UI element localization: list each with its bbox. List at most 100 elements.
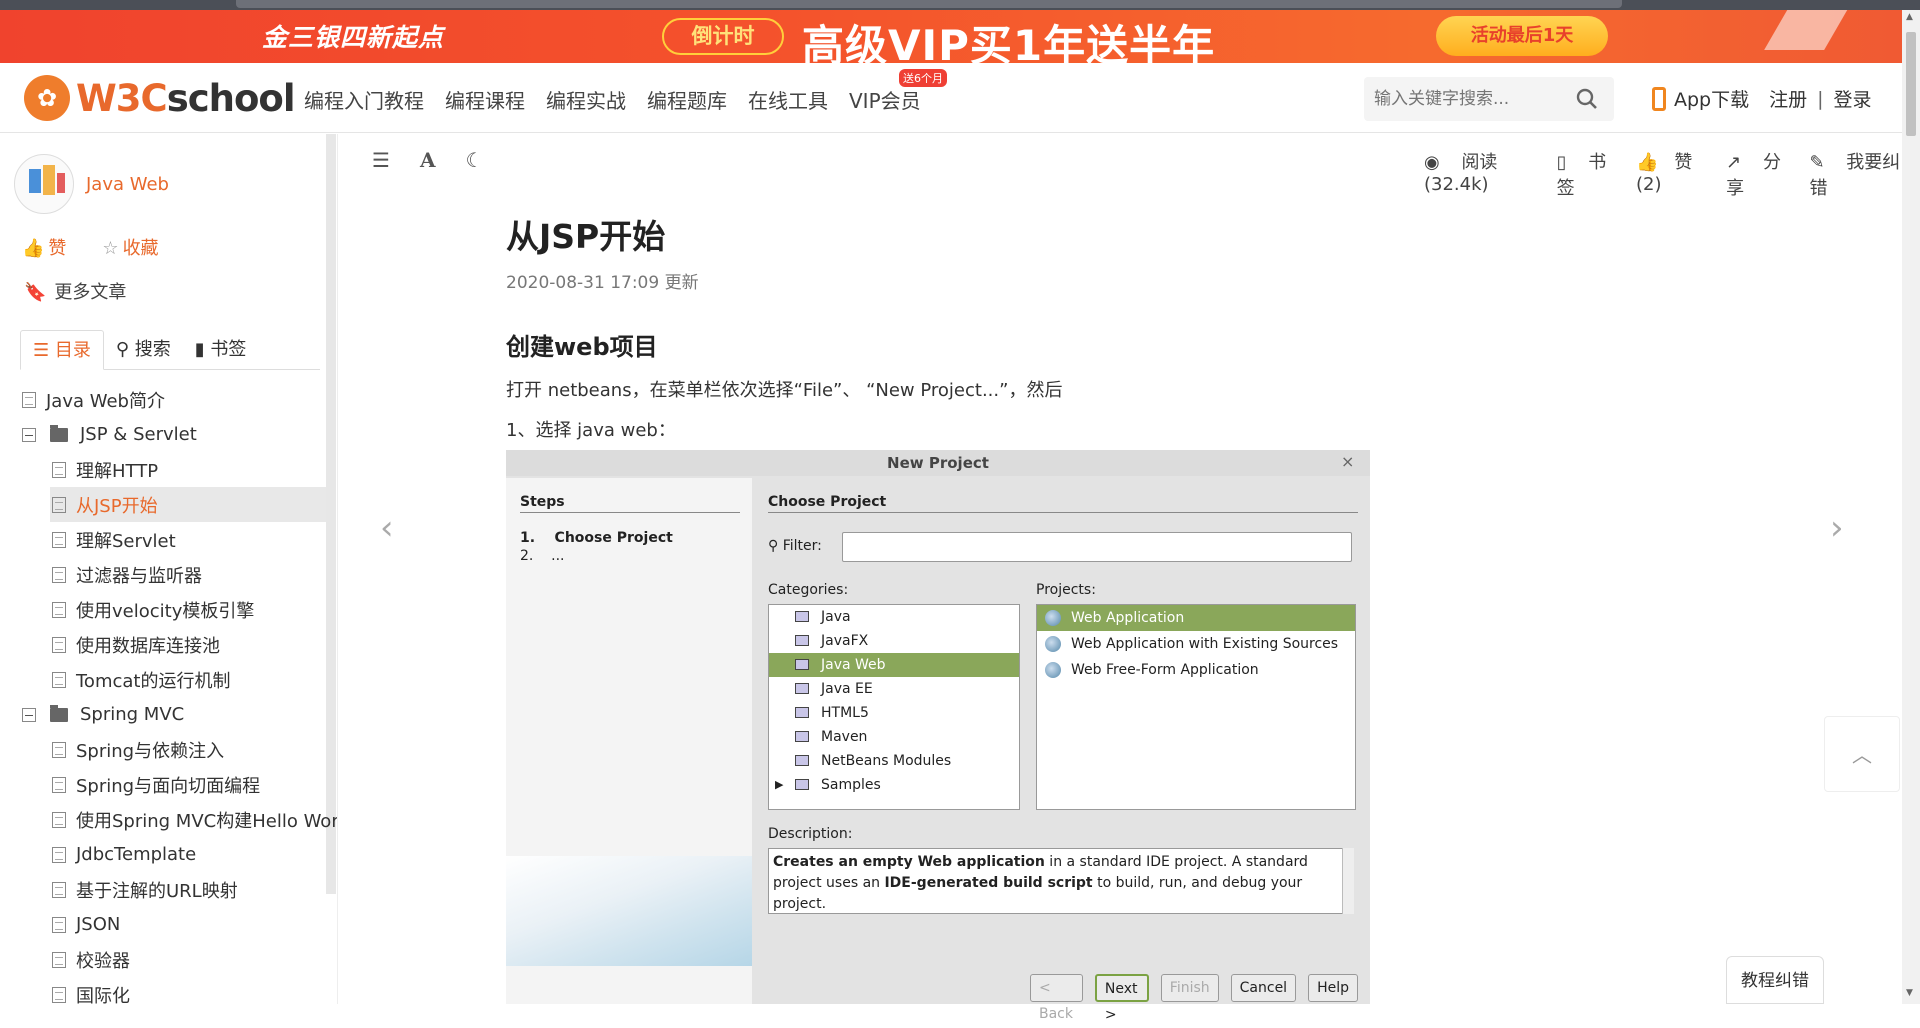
bookmark-button[interactable]: ▯ 书签 xyxy=(1557,148,1620,200)
star-icon: ☆ xyxy=(102,238,119,259)
search-box xyxy=(1364,77,1614,121)
banner-activity-button[interactable]: 活动最后1天 xyxy=(1436,16,1608,56)
toc-item[interactable]: Spring与依赖注入 xyxy=(22,732,337,767)
project-item: Web Free-Form Application xyxy=(1037,657,1355,683)
register-link[interactable]: 注册 xyxy=(1769,85,1807,112)
toc-item-label: 使用velocity模板引擎 xyxy=(76,600,255,622)
scroll-up-arrow-icon[interactable]: ▲ xyxy=(1906,12,1913,22)
search-input[interactable] xyxy=(1374,87,1564,111)
report-error-button[interactable]: ✎ 我要纠错 xyxy=(1809,148,1904,200)
expand-icon: ▶ xyxy=(775,778,784,791)
dark-mode-icon[interactable]: ☾ xyxy=(465,148,483,172)
toc-item[interactable]: 理解HTTP xyxy=(22,452,337,487)
step-1: 1. Choose Project xyxy=(520,530,673,546)
scroll-down-arrow-icon[interactable]: ▼ xyxy=(1906,988,1913,998)
search-icon[interactable] xyxy=(1576,88,1598,110)
toc-item-label: 国际化 xyxy=(76,985,130,1005)
app-download-link[interactable]: App下载 xyxy=(1674,85,1749,112)
toc-item[interactable]: JSON xyxy=(22,907,337,942)
document-icon xyxy=(52,461,66,478)
tab-toc[interactable]: ☰ 目录 xyxy=(20,330,104,370)
article-title: 从JSP开始 xyxy=(506,217,666,256)
project-item: Web Application with Existing Sources xyxy=(1037,631,1355,657)
category-label: Java xyxy=(821,609,851,625)
course-cover-icon xyxy=(14,154,74,214)
help-button: Help xyxy=(1308,974,1358,1002)
toc-item[interactable]: 过滤器与监听器 xyxy=(22,557,337,592)
course-sidebar: Java Web 👍 赞 ☆ 收藏 🔖 更多文章 ☰ 目录 ⚲ 搜索 ▮ 书签 Jav… xyxy=(0,134,338,1004)
promo-banner[interactable]: 金三银四新起点 倒计时 高级VIP买1年送半年 活动最后1天 xyxy=(0,10,1902,63)
toc-item[interactable]: Java Web简介 xyxy=(22,382,337,417)
next-article-arrow-icon[interactable]: › xyxy=(1830,508,1844,548)
nav-item-tutorials[interactable]: 编程入门教程 xyxy=(304,85,424,114)
reading-tools: ☰ A ☾ xyxy=(372,148,513,172)
nav-item-exercises[interactable]: 编程题库 xyxy=(647,85,727,114)
scrollbar-thumb[interactable] xyxy=(1906,32,1916,136)
toc-item[interactable]: JSP & Servlet xyxy=(22,417,337,452)
like-article-button[interactable]: 👍 赞(2) xyxy=(1636,148,1710,200)
toc-item-label: 使用数据库连接池 xyxy=(76,635,220,657)
toc-item-label: 校验器 xyxy=(76,950,130,972)
steps-header: Steps xyxy=(520,494,740,513)
project-label: Web Application xyxy=(1071,610,1185,626)
toc-item[interactable]: 使用数据库连接池 xyxy=(22,627,337,662)
nav-item-practice[interactable]: 编程实战 xyxy=(546,85,626,114)
font-size-icon[interactable]: A xyxy=(420,148,436,172)
toc-item[interactable]: 使用Spring MVC构建Hello Worl xyxy=(22,802,337,837)
finish-button: Finish xyxy=(1160,974,1219,1002)
category-item: Java xyxy=(769,605,1019,629)
document-icon xyxy=(52,601,66,618)
nav-item-courses[interactable]: 编程课程 xyxy=(445,85,525,114)
more-articles-link[interactable]: 🔖 更多文章 xyxy=(24,278,126,304)
globe-icon xyxy=(1045,662,1061,678)
folder-icon xyxy=(50,424,68,442)
course-header[interactable]: Java Web xyxy=(14,154,169,214)
banner-slogan: 金三银四新起点 xyxy=(262,23,445,52)
login-link[interactable]: 登录 xyxy=(1834,85,1872,112)
toc-item[interactable]: JdbcTemplate xyxy=(22,837,337,872)
nav-item-tools[interactable]: 在线工具 xyxy=(748,85,828,114)
toc-item[interactable]: 基于注解的URL映射 xyxy=(22,872,337,907)
banner-decoration xyxy=(1764,10,1852,50)
like-button[interactable]: 👍 赞 xyxy=(22,234,84,260)
collect-button[interactable]: ☆ 收藏 xyxy=(102,234,176,260)
category-label: HTML5 xyxy=(821,705,869,721)
toc-item[interactable]: Spring MVC xyxy=(22,697,337,732)
toc-item[interactable]: 国际化 xyxy=(22,977,337,1005)
category-label: Samples xyxy=(821,777,881,793)
site-logo[interactable]: ✿ W3Cschool xyxy=(24,75,296,121)
magnifier-icon: ⚲ xyxy=(768,538,783,554)
toc-item[interactable]: 理解Servlet xyxy=(22,522,337,557)
toc-toggle-icon[interactable]: ☰ xyxy=(372,148,390,172)
dialog-title: New Project xyxy=(506,450,1370,476)
toc-item[interactable]: Tomcat的运行机制 xyxy=(22,662,337,697)
project-item: Web Application xyxy=(1037,605,1355,631)
logo-icon: ✿ xyxy=(24,75,70,121)
folder-icon xyxy=(795,731,809,742)
category-item: ▶ Samples xyxy=(769,773,1019,797)
share-button[interactable]: ↗ 分享 xyxy=(1726,148,1793,200)
toc-item[interactable]: 从JSP开始 xyxy=(50,487,326,522)
collapse-icon[interactable] xyxy=(22,707,36,722)
globe-icon xyxy=(1045,636,1061,652)
folder-icon xyxy=(795,707,809,718)
back-to-top-button[interactable]: ︿ xyxy=(1824,716,1900,792)
banner-countdown: 倒计时 xyxy=(662,18,784,55)
course-title: Java Web xyxy=(86,173,169,195)
toc-item-label: 从JSP开始 xyxy=(76,495,158,517)
document-icon xyxy=(52,986,66,1003)
document-icon xyxy=(52,671,66,688)
category-label: Maven xyxy=(821,729,868,745)
toc-item[interactable]: 使用velocity模板引擎 xyxy=(22,592,337,627)
toc-item[interactable]: 校验器 xyxy=(22,942,337,977)
nav-item-vip[interactable]: VIP会员 送6个月 xyxy=(849,69,947,114)
tab-bookmarks[interactable]: ▮ 书签 xyxy=(183,330,259,370)
tab-search[interactable]: ⚲ 搜索 xyxy=(104,330,183,370)
toc-item-label: Spring MVC xyxy=(80,704,185,725)
toc-item[interactable]: Spring与面向切面编程 xyxy=(22,767,337,802)
dialog-buttons: < Back Next > Finish Cancel Help xyxy=(1030,974,1370,1023)
tutorial-feedback-button[interactable]: 教程纠错 xyxy=(1726,956,1824,1004)
collapse-icon[interactable] xyxy=(22,427,36,442)
toc-item-label: JSP & Servlet xyxy=(80,424,197,445)
prev-article-arrow-icon[interactable]: ‹ xyxy=(380,508,394,548)
